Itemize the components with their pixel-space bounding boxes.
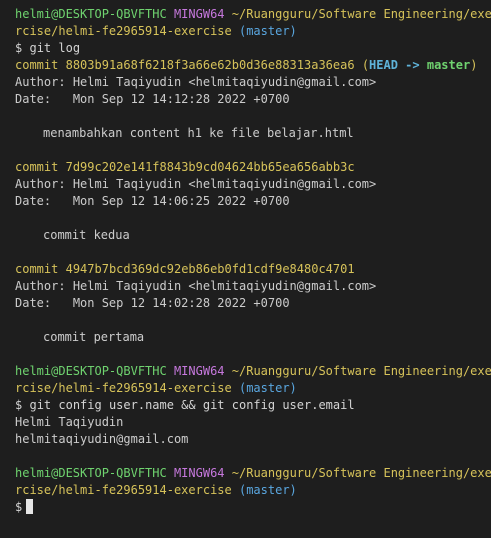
config-user-name: Helmi Taqiyudin xyxy=(15,415,124,429)
author-line: Author: Helmi Taqiyudin <helmitaqiyudin@… xyxy=(15,278,491,295)
commit-line: commit 8803b91a68f6218f3a66e62b0d36e8831… xyxy=(15,57,491,74)
ref-head: HEAD xyxy=(369,58,398,72)
date-value: Mon Sep 12 14:02:28 2022 +0700 xyxy=(72,296,290,310)
command-text: git log xyxy=(29,41,81,55)
prompt-shell: MINGW64 xyxy=(173,7,225,21)
commit-line: commit 4947b7bcd369dc92eb86eb0fd1cdf9e84… xyxy=(15,261,491,278)
commit-label: commit xyxy=(15,160,59,174)
prompt-branch: (master) xyxy=(238,381,297,395)
prompt-line: helmi@DESKTOP-QBVFTHC MINGW64 ~/Ruanggur… xyxy=(15,465,491,482)
prompt-line-cont: rcise/helmi-fe2965914-exercise (master) xyxy=(15,482,491,499)
command-text: git config user.name && git config user.… xyxy=(29,398,355,412)
input-line[interactable]: $ xyxy=(15,499,491,516)
author-label: Author: xyxy=(15,177,66,191)
prompt-shell: MINGW64 xyxy=(173,364,225,378)
author-value: Helmi Taqiyudin <helmitaqiyudin@gmail.co… xyxy=(72,279,377,293)
date-line: Date: Mon Sep 12 14:02:28 2022 +0700 xyxy=(15,295,491,312)
prompt-user-host: helmi@DESKTOP-QBVFTHC xyxy=(15,7,167,21)
author-value: Helmi Taqiyudin <helmitaqiyudin@gmail.co… xyxy=(72,177,377,191)
author-line: Author: Helmi Taqiyudin <helmitaqiyudin@… xyxy=(15,176,491,193)
date-label: Date: xyxy=(15,194,52,208)
prompt-line-cont: rcise/helmi-fe2965914-exercise (master) xyxy=(15,23,491,40)
author-label: Author: xyxy=(15,75,66,89)
commit-label: commit xyxy=(15,262,59,276)
commit-message: commit pertama xyxy=(43,330,145,344)
date-line: Date: Mon Sep 12 14:06:25 2022 +0700 xyxy=(15,193,491,210)
terminal-window[interactable]: helmi@DESKTOP-QBVFTHC MINGW64 ~/Ruanggur… xyxy=(0,0,491,538)
prompt-user-host: helmi@DESKTOP-QBVFTHC xyxy=(15,364,167,378)
author-line: Author: Helmi Taqiyudin <helmitaqiyudin@… xyxy=(15,74,491,91)
prompt-user-host: helmi@DESKTOP-QBVFTHC xyxy=(15,466,167,480)
prompt-symbol: $ xyxy=(15,41,23,55)
commit-hash: 8803b91a68f6218f3a66e62b0d36e88313a36ea6 xyxy=(65,58,355,72)
prompt-path-cont: rcise/helmi-fe2965914-exercise xyxy=(15,483,232,497)
prompt-symbol: $ xyxy=(15,500,23,514)
commit-hash: 7d99c202e141f8843b9cd04624bb65ea656abb3c xyxy=(65,160,355,174)
prompt-line: helmi@DESKTOP-QBVFTHC MINGW64 ~/Ruanggur… xyxy=(15,363,491,380)
commit-line: commit 7d99c202e141f8843b9cd04624bb65ea6… xyxy=(15,159,491,176)
block-cursor-icon xyxy=(26,499,34,514)
config-user-email: helmitaqiyudin@gmail.com xyxy=(15,432,189,446)
prompt-line: helmi@DESKTOP-QBVFTHC MINGW64 ~/Ruanggur… xyxy=(15,6,491,23)
commit-message: commit kedua xyxy=(43,228,130,242)
date-label: Date: xyxy=(15,296,52,310)
prompt-symbol: $ xyxy=(15,398,23,412)
ref-branch: master xyxy=(426,58,471,72)
prompt-branch: (master) xyxy=(238,24,297,38)
author-label: Author: xyxy=(15,279,66,293)
date-value: Mon Sep 12 14:06:25 2022 +0700 xyxy=(72,194,290,208)
prompt-path-cont: rcise/helmi-fe2965914-exercise xyxy=(15,24,232,38)
prompt-path: ~/Ruangguru/Software Engineering/exe xyxy=(231,466,491,480)
commit-message: menambahkan content h1 ke file belajar.h… xyxy=(43,126,354,140)
date-label: Date: xyxy=(15,92,52,106)
prompt-path: ~/Ruangguru/Software Engineering/exe xyxy=(231,7,491,21)
prompt-path-cont: rcise/helmi-fe2965914-exercise xyxy=(15,381,232,395)
ref-arrow: -> xyxy=(397,58,427,72)
author-value: Helmi Taqiyudin <helmitaqiyudin@gmail.co… xyxy=(72,75,377,89)
date-value: Mon Sep 12 14:12:28 2022 +0700 xyxy=(72,92,290,106)
prompt-line-cont: rcise/helmi-fe2965914-exercise (master) xyxy=(15,380,491,397)
date-line: Date: Mon Sep 12 14:12:28 2022 +0700 xyxy=(15,91,491,108)
prompt-branch: (master) xyxy=(238,483,297,497)
command-line: $ git log xyxy=(15,40,491,57)
command-line: $ git config user.name && git config use… xyxy=(15,397,491,414)
prompt-shell: MINGW64 xyxy=(173,466,225,480)
commit-label: commit xyxy=(15,58,59,72)
commit-hash: 4947b7bcd369dc92eb86eb0fd1cdf9e8480c4701 xyxy=(65,262,355,276)
ref-open: ( xyxy=(361,58,370,72)
prompt-path: ~/Ruangguru/Software Engineering/exe xyxy=(231,364,491,378)
ref-close: ) xyxy=(470,58,478,72)
